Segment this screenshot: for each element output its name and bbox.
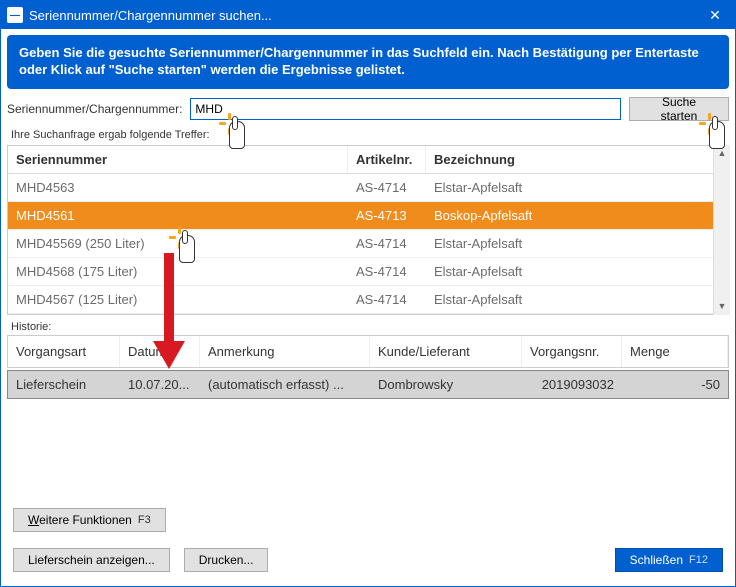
search-button[interactable]: Suche starten — [629, 97, 729, 121]
table-row[interactable]: MHD45569 (250 Liter)AS-4714Elstar-Apfels… — [8, 230, 728, 258]
hcol-nr[interactable]: Vorgangsnr. — [522, 336, 622, 367]
history-header: Vorgangsart Datum Anmerkung Kunde/Liefer… — [7, 335, 729, 368]
hcol-partner[interactable]: Kunde/Lieferant — [370, 336, 522, 367]
close-button[interactable]: Schließen F12 — [615, 548, 723, 572]
result-message: Ihre Suchanfrage ergab folgende Treffer: — [11, 129, 729, 141]
col-desc[interactable]: Bezeichnung — [426, 146, 728, 173]
vertical-scrollbar[interactable]: ▲ ▼ — [713, 145, 730, 315]
col-artnr[interactable]: Artikelnr. — [348, 146, 426, 173]
show-document-button[interactable]: Lieferschein anzeigen... — [13, 548, 170, 572]
table-row[interactable]: MHD4563AS-4714Elstar-Apfelsaft — [8, 174, 728, 202]
grid-header: Seriennummer Artikelnr. Bezeichnung — [8, 146, 728, 174]
table-row[interactable]: MHD4567 (125 Liter)AS-4714Elstar-Apfelsa… — [8, 286, 728, 314]
search-label: Seriennummer/Chargennummer: — [7, 102, 182, 116]
search-input[interactable] — [190, 98, 621, 120]
more-functions-button[interactable]: Weitere Funktionen F3 — [13, 508, 166, 532]
scroll-down-icon[interactable]: ▼ — [714, 298, 730, 315]
scroll-up-icon[interactable]: ▲ — [714, 145, 730, 162]
hcol-note[interactable]: Anmerkung — [200, 336, 370, 367]
app-icon: — — [7, 7, 23, 23]
print-button[interactable]: Drucken... — [184, 548, 269, 572]
results-grid: Seriennummer Artikelnr. Bezeichnung MHD4… — [7, 145, 729, 315]
window-title: Seriennummer/Chargennummer suchen... — [29, 8, 695, 23]
table-row[interactable]: MHD4568 (175 Liter)AS-4714Elstar-Apfelsa… — [8, 258, 728, 286]
col-serial[interactable]: Seriennummer — [8, 146, 348, 173]
hcol-date[interactable]: Datum — [120, 336, 200, 367]
titlebar: — Seriennummer/Chargennummer suchen... ✕ — [1, 1, 735, 29]
hcol-qty[interactable]: Menge — [622, 336, 728, 367]
close-icon[interactable]: ✕ — [695, 1, 735, 29]
history-label: Historie: — [11, 321, 729, 333]
hcol-type[interactable]: Vorgangsart — [8, 336, 120, 367]
info-banner: Geben Sie die gesuchte Seriennummer/Char… — [7, 35, 729, 89]
history-row[interactable]: Lieferschein10.07.20...(automatisch erfa… — [7, 370, 729, 399]
table-row[interactable]: MHD4561AS-4713Boskop-Apfelsaft — [8, 202, 728, 230]
